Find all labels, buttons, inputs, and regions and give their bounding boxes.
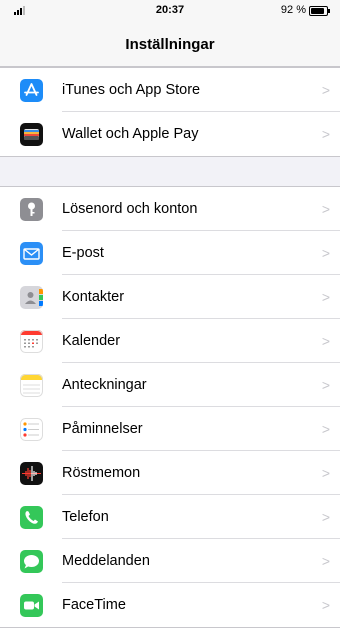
wallet-icon (20, 123, 43, 146)
contacts-icon (20, 286, 43, 309)
settings-item-label: FaceTime (62, 597, 126, 613)
chevron-right-icon: > (321, 82, 330, 98)
settings-item-calendar[interactable]: Kalender > (0, 319, 340, 363)
settings-item-label: Påminnelser (62, 421, 143, 437)
chevron-right-icon: > (321, 333, 330, 349)
calendar-icon (20, 330, 43, 353)
settings-item-wallet-apple-pay[interactable]: Wallet och Apple Pay > (0, 112, 340, 156)
battery-icon (309, 6, 330, 16)
settings-item-label: iTunes och App Store (62, 82, 201, 98)
notes-icon (20, 374, 43, 397)
mail-icon (20, 242, 43, 265)
status-bar: 20:37 92 % (0, 0, 340, 20)
chevron-right-icon: > (321, 289, 330, 305)
chevron-right-icon: > (321, 553, 330, 569)
settings-item-reminders[interactable]: Påminnelser > (0, 407, 340, 451)
key-icon (20, 198, 43, 221)
phone-icon (20, 506, 43, 529)
battery-percentage: 92 % (280, 4, 306, 16)
navigation-bar: Inställningar (0, 20, 340, 67)
settings-item-label: Röstmemon (62, 465, 141, 481)
settings-item-passwords-accounts[interactable]: Lösenord och konton > (0, 187, 340, 231)
settings-item-mail[interactable]: E-post > (0, 231, 340, 275)
page-title: Inställningar (125, 36, 215, 53)
chevron-right-icon: > (321, 465, 330, 481)
chevron-right-icon: > (321, 245, 330, 261)
voice-memos-icon (20, 462, 43, 485)
chevron-right-icon: > (321, 421, 330, 437)
settings-item-voice-memos[interactable]: Röstmemon > (0, 451, 340, 495)
settings-item-messages[interactable]: Meddelanden > (0, 539, 340, 583)
settings-item-phone[interactable]: Telefon > (0, 495, 340, 539)
settings-item-itunes-app-store[interactable]: iTunes och App Store > (0, 68, 340, 112)
reminders-icon (20, 418, 43, 441)
settings-item-notes[interactable]: Anteckningar > (0, 363, 340, 407)
settings-item-label: Lösenord och konton (62, 201, 198, 217)
chevron-right-icon: > (321, 597, 330, 613)
settings-item-label: Wallet och Apple Pay (62, 126, 199, 142)
settings-group-store: iTunes och App Store > Wallet och Apple … (0, 67, 340, 157)
settings-item-label: Meddelanden (62, 553, 150, 569)
chevron-right-icon: > (321, 509, 330, 525)
chevron-right-icon: > (321, 126, 330, 142)
settings-item-label: Anteckningar (62, 377, 147, 393)
settings-item-label: Kontakter (62, 289, 125, 305)
settings-item-label: Kalender (62, 333, 121, 349)
settings-group-apps: Lösenord och konton > E-post > Kontakter… (0, 186, 340, 628)
app-store-icon (20, 79, 43, 102)
settings-item-label: E-post (62, 245, 104, 261)
settings-item-contacts[interactable]: Kontakter > (0, 275, 340, 319)
settings-item-facetime[interactable]: FaceTime > (0, 583, 340, 627)
chevron-right-icon: > (321, 377, 330, 393)
chevron-right-icon: > (321, 201, 330, 217)
messages-icon (20, 550, 43, 573)
settings-item-label: Telefon (62, 509, 109, 525)
